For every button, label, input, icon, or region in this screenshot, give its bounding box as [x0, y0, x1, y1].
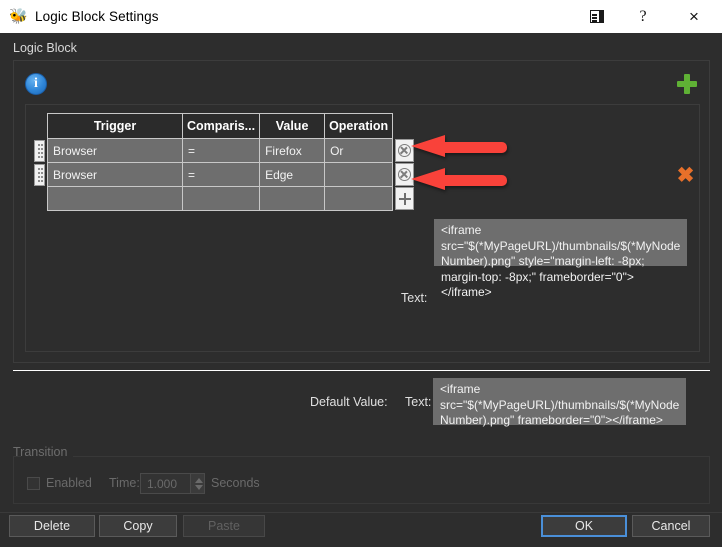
footer-divider — [0, 512, 722, 513]
condition-text-label: Text: — [401, 291, 428, 305]
table-row[interactable]: Browser = Edge — [47, 162, 394, 187]
condition-table-wrapper: Trigger Comparis... Value Operation Brow… — [34, 113, 415, 211]
app-bee-icon: 🐝 — [9, 7, 28, 25]
circle-x-icon — [398, 168, 412, 181]
help-button[interactable]: ? — [620, 0, 666, 33]
question-mark-icon: ? — [639, 7, 647, 25]
stepper-down-icon[interactable] — [194, 485, 203, 490]
column-header-value[interactable]: Value — [259, 113, 326, 139]
title-bar-buttons: ? × — [574, 0, 722, 33]
column-header-trigger[interactable]: Trigger — [47, 113, 183, 139]
table-row[interactable]: Browser = Firefox Or — [47, 138, 394, 163]
default-value-text-label: Text: — [405, 395, 432, 409]
cell-comparison[interactable] — [181, 186, 261, 211]
close-icon: × — [689, 7, 699, 26]
info-icon-glyph: i — [34, 76, 38, 91]
section-divider — [13, 370, 710, 371]
title-bar: 🐝 Logic Block Settings ? × — [0, 0, 722, 33]
transition-time-stepper[interactable] — [190, 473, 205, 494]
column-header-operation[interactable]: Operation — [324, 113, 394, 139]
add-logic-block-icon[interactable] — [676, 73, 698, 95]
dock-icon — [590, 10, 604, 23]
info-icon[interactable]: i — [25, 73, 47, 95]
transition-time-label: Time: — [109, 476, 140, 490]
cell-operation[interactable]: Or — [324, 138, 394, 163]
row-drag-handle[interactable] — [34, 140, 45, 162]
cell-value[interactable]: Edge — [259, 162, 326, 187]
add-row-button[interactable] — [395, 187, 415, 210]
annotation-arrow-bottom — [411, 168, 507, 190]
condition-table: Trigger Comparis... Value Operation Brow… — [47, 113, 394, 211]
dock-button[interactable] — [574, 0, 620, 33]
stepper-up-icon[interactable] — [194, 478, 203, 483]
window-title: Logic Block Settings — [35, 9, 159, 24]
column-header-comparison[interactable]: Comparis... — [181, 113, 261, 139]
cell-trigger[interactable]: Browser — [47, 162, 183, 187]
cell-value[interactable] — [259, 186, 326, 211]
close-button[interactable]: × — [666, 0, 722, 33]
cell-comparison[interactable]: = — [181, 162, 261, 187]
cell-value[interactable]: Firefox — [259, 138, 326, 163]
paste-button: Paste — [183, 515, 265, 537]
logic-block-section-label: Logic Block — [13, 41, 77, 55]
table-header-row: Trigger Comparis... Value Operation — [47, 113, 394, 139]
plus-icon — [398, 192, 411, 205]
condition-text-field[interactable]: <iframe src="$(*MyPageURL)/thumbnails/$(… — [434, 219, 687, 299]
cell-trigger[interactable] — [47, 186, 183, 211]
transition-enabled-checkbox[interactable] — [27, 477, 40, 490]
copy-button[interactable]: Copy — [99, 515, 177, 537]
ok-button[interactable]: OK — [541, 515, 627, 537]
circle-x-icon — [398, 144, 412, 157]
logic-block-settings-dialog: 🐝 Logic Block Settings ? × Logic Block i… — [0, 0, 722, 547]
transition-seconds-label: Seconds — [211, 476, 260, 490]
cell-operation[interactable] — [324, 186, 394, 211]
delete-button[interactable]: Delete — [9, 515, 95, 537]
cell-trigger[interactable]: Browser — [47, 138, 183, 163]
annotation-arrow-top — [411, 135, 507, 157]
logic-block-panel: i ✖ Trigger Comparis... Value Operation — [13, 60, 710, 363]
remove-condition-group-icon[interactable]: ✖ — [676, 165, 695, 186]
default-value-label: Default Value: — [310, 395, 388, 409]
default-value-text-field[interactable]: <iframe src="$(*MyPageURL)/thumbnails/$(… — [433, 378, 686, 427]
cell-operation[interactable] — [324, 162, 394, 187]
row-drag-handle[interactable] — [34, 164, 45, 186]
cell-comparison[interactable]: = — [181, 138, 261, 163]
transition-enabled-label: Enabled — [46, 476, 92, 490]
cancel-button[interactable]: Cancel — [632, 515, 710, 537]
table-row-empty[interactable] — [47, 186, 394, 211]
